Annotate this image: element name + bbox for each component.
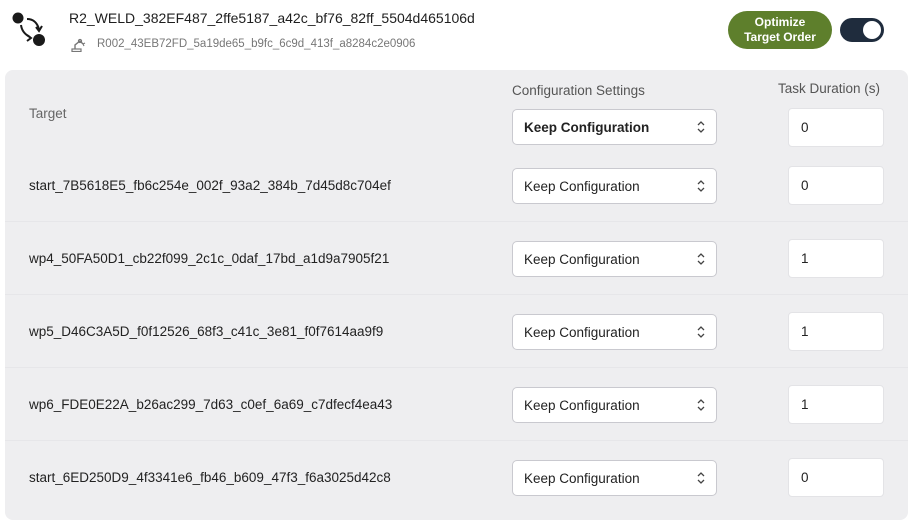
duration-input[interactable]: 1 — [788, 239, 884, 278]
chevron-updown-icon — [697, 180, 705, 192]
select-value: Keep Configuration — [524, 251, 640, 267]
toggle-knob — [863, 21, 881, 39]
configuration-select[interactable]: Keep Configuration — [512, 314, 717, 350]
select-value: Keep Configuration — [524, 119, 650, 135]
row-divider — [5, 221, 908, 222]
column-header-target: Target — [29, 106, 67, 121]
duration-input[interactable]: 1 — [788, 312, 884, 351]
robot-id: R002_43EB72FD_5a19de65_b9fc_6c9d_413f_a8… — [97, 38, 416, 50]
column-header-duration: Task Duration (s) — [778, 81, 881, 96]
header: R2_WELD_382EF487_2ffe5187_a42c_bf76_82ff… — [0, 0, 911, 66]
select-value: Keep Configuration — [524, 470, 640, 486]
chevron-updown-icon — [697, 472, 705, 484]
row-divider — [5, 367, 908, 368]
configuration-select[interactable]: Keep Configuration — [512, 387, 717, 423]
path-nodes-icon — [12, 12, 45, 46]
robot-arm-icon — [71, 38, 86, 52]
duration-input[interactable]: 0 — [788, 458, 884, 497]
configuration-select[interactable]: Keep Configuration — [512, 241, 717, 277]
target-label: start_6ED250D9_4f3341e6_fb46_b609_47f3_f… — [29, 470, 391, 485]
global-duration-input[interactable]: 0 — [788, 108, 884, 147]
duration-input[interactable]: 1 — [788, 385, 884, 424]
chevron-updown-icon — [697, 121, 705, 133]
target-label: wp6_FDE0E22A_b26ac299_7d63_c0ef_6a69_c7d… — [29, 397, 393, 412]
target-label: wp4_50FA50D1_cb22f099_2c1c_0daf_17bd_a1d… — [29, 251, 390, 266]
target-label: start_7B5618E5_fb6c254e_002f_93a2_384b_7… — [29, 178, 391, 193]
configuration-select[interactable]: Keep Configuration — [512, 168, 717, 204]
row-divider — [5, 294, 908, 295]
select-value: Keep Configuration — [524, 178, 640, 194]
chevron-updown-icon — [697, 326, 705, 338]
configuration-select[interactable]: Keep Configuration — [512, 460, 717, 496]
chevron-updown-icon — [697, 253, 705, 265]
select-value: Keep Configuration — [524, 324, 640, 340]
global-configuration-select[interactable]: Keep Configuration — [512, 109, 717, 145]
row-divider — [5, 440, 908, 441]
chevron-updown-icon — [697, 399, 705, 411]
column-header-configuration: Configuration Settings — [512, 83, 645, 98]
program-title: R2_WELD_382EF487_2ffe5187_a42c_bf76_82ff… — [69, 10, 475, 26]
targets-panel — [5, 70, 908, 520]
optimize-target-order-button[interactable]: Optimize Target Order — [728, 11, 832, 49]
select-value: Keep Configuration — [524, 397, 640, 413]
toggle-switch[interactable] — [840, 18, 884, 42]
duration-input[interactable]: 0 — [788, 166, 884, 205]
target-label: wp5_D46C3A5D_f0f12526_68f3_c41c_3e81_f0f… — [29, 324, 384, 339]
